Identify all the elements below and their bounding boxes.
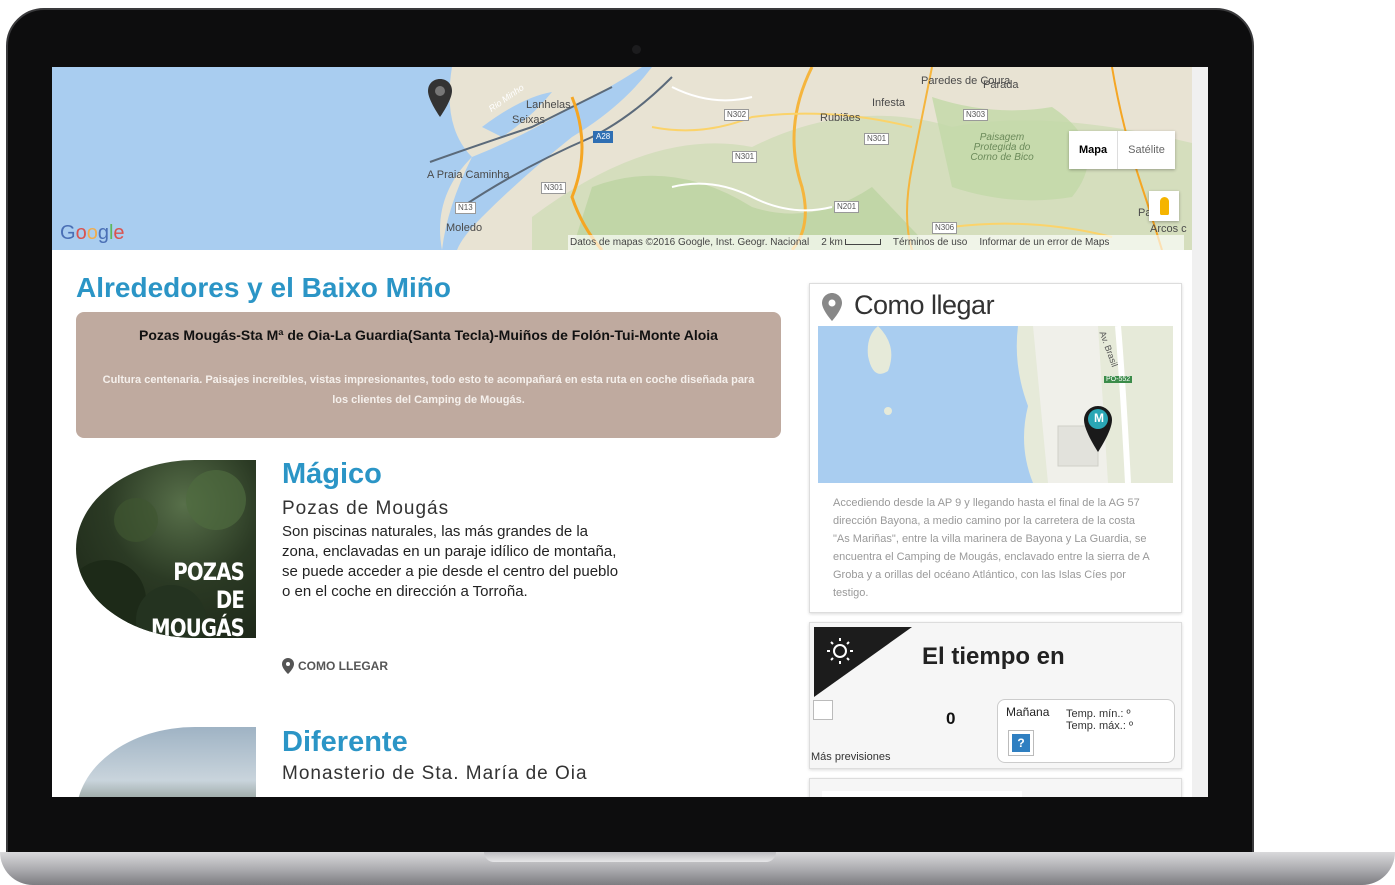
map-place-label: Rubiães [820,112,861,124]
map-place-label: A Praia Caminha [427,169,510,181]
attraction-image-caption: POZAS DE MOUGÁS [151,558,245,638]
attraction-image[interactable]: POZAS DE MOUGÁS [76,460,256,638]
forecast-day: Mañana [1006,705,1050,719]
road-badge: N201 [834,201,860,213]
map-attribution-bar: Datos de mapas ©2016 Google, Inst. Geogr… [568,235,1184,250]
map-type-satellite-button[interactable]: Satélite [1118,131,1175,169]
weather-icon-placeholder [813,700,833,720]
map-type-control: Mapa Satélite [1069,131,1175,169]
directions-map-drawing [818,326,1173,483]
map-pin-icon[interactable] [428,79,452,119]
street-view-pegman-icon[interactable] [1149,191,1179,221]
intro-text: Cultura centenaria. Paisajes increíbles,… [102,374,755,406]
top-map[interactable]: Paredes de Coura Parada Infesta Rubiães … [52,67,1208,250]
screen: Paredes de Coura Parada Infesta Rubiães … [52,67,1208,797]
google-logo: Google [60,222,125,245]
map-place-label: Parada [983,79,1019,91]
map-place-label: Lanhelas [526,99,571,111]
map-place-label: Infesta [872,97,906,109]
attraction-item: Diferente Monasterio de Sta. María de Oi… [76,726,796,797]
forecast-card: Mañana ? Temp. mín.: º Temp. máx.: º [997,699,1175,763]
forecast-temp-min: Temp. mín.: º [1066,708,1131,720]
directions-map[interactable]: Av. Brasil PO-552 M [818,326,1173,483]
map-attribution: Datos de mapas ©2016 Google, Inst. Geogr… [570,237,810,248]
map-place-label: Arcos c [1150,223,1187,235]
road-badge: N302 [724,109,750,121]
map-pin-icon [822,293,842,321]
directions-link-label: COMO LLEGAR [298,659,388,673]
weather-widget: El tiempo en 0 Más previsiones Mañana ? … [809,622,1182,769]
camera-dot [632,45,641,54]
attraction-subtitle: Monasterio de Sta. María de Oia [282,763,588,784]
directions-title: Como llegar [854,290,995,320]
attraction-subtitle: Pozas de Mougás [282,498,450,519]
map-report-link[interactable]: Informar de un error de Maps [979,237,1109,248]
directions-link[interactable]: COMO LLEGAR [282,658,388,674]
marker-letter: M [1094,411,1104,425]
weather-title: El tiempo en [922,643,1065,670]
map-terms-link[interactable]: Términos de uso [893,237,967,248]
directions-text: Accediendo desde la AP 9 y llegando hast… [833,497,1150,599]
sun-icon [814,627,912,697]
more-forecasts-link[interactable]: Más previsiones [811,751,890,763]
map-scale: 2 km [821,237,881,248]
map-pin-icon [282,658,294,674]
weather-temperature: 0 [946,709,956,728]
forecast-temp-max: Temp. máx.: º [1066,720,1133,732]
road-badge: N306 [932,222,958,234]
road-badge: N13 [455,202,476,214]
attraction-image[interactable] [76,727,256,797]
sidebar-widget [809,778,1182,797]
attraction-description: Son piscinas naturales, las más grandes … [282,523,619,600]
attraction-heading: Diferente [282,726,408,758]
road-badge: N303 [963,109,989,121]
sidebar-widget-content [822,791,1022,797]
map-place-label: Moledo [446,222,483,234]
map-road-badge: PO-552 [1104,376,1133,383]
directions-widget: Como llegar Av. Brasil PO-552 M Accedien… [809,283,1182,613]
google-logo-text: Google [60,222,125,244]
intro-box: Pozas Mougás-Sta Mª de Oia-La Guardia(Sa… [76,312,781,438]
road-badge: N301 [864,133,890,145]
attraction-heading: Mágico [282,458,382,490]
intro-title: Pozas Mougás-Sta Mª de Oia-La Guardia(Sa… [139,327,718,343]
page-title: Alrededores y el Baixo Miño [76,272,451,303]
map-type-map-button[interactable]: Mapa [1069,131,1119,169]
attraction-item: POZAS DE MOUGÁS Mágico Pozas de Mougás S… [76,458,796,710]
road-badge: N301 [732,151,758,163]
road-badge: N301 [541,182,567,194]
forecast-unknown-icon: ? [1008,730,1034,756]
road-badge: A28 [593,131,614,143]
map-park-label: Paisagem Protegida do Corno de Bico [970,132,1034,163]
map-place-label: Seixas [512,114,546,126]
right-gutter [1192,67,1208,797]
laptop-base-notch [484,852,776,862]
